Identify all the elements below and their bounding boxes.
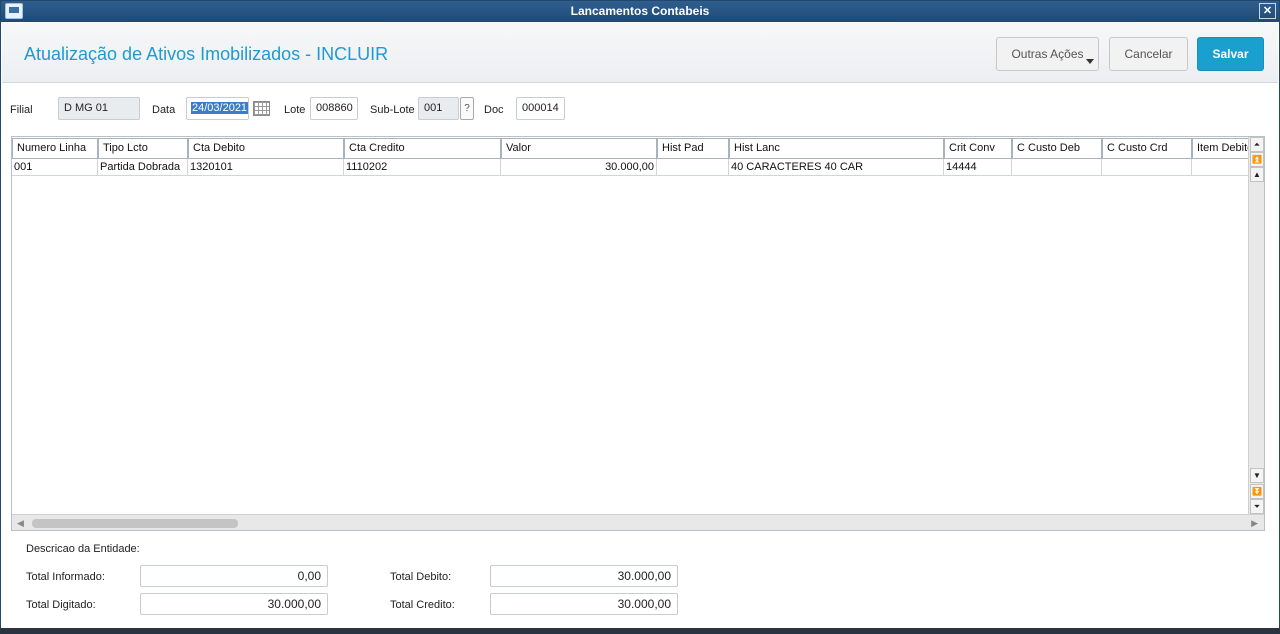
scroll-down-icon[interactable]: ▼ <box>1250 468 1264 483</box>
total-credito-label: Total Credito: <box>390 599 455 611</box>
outras-acoes-button[interactable]: Outras Ações <box>996 37 1099 71</box>
title-bar: Lancamentos Contabeis ✕ <box>1 1 1279 22</box>
help-icon[interactable]: ? <box>460 97 474 120</box>
table-cell[interactable]: 1320101 <box>188 159 344 176</box>
scroll-up-icon[interactable]: ▲ <box>1250 167 1264 182</box>
column-header[interactable]: C Custo Deb <box>1012 138 1102 159</box>
chevron-down-icon <box>1086 59 1094 64</box>
sublote-label: Sub-Lote <box>370 104 415 116</box>
table-cell[interactable]: Partida Dobrada <box>98 159 188 176</box>
column-header[interactable]: Valor <box>501 138 657 159</box>
table-cell[interactable] <box>657 159 729 176</box>
filial-label: Filial <box>10 104 33 116</box>
taskbar <box>0 628 1280 634</box>
column-header[interactable]: Hist Lanc <box>729 138 944 159</box>
scroll-right-icon[interactable]: ▶ <box>1251 518 1258 529</box>
app-icon <box>5 3 23 19</box>
total-informado-field[interactable]: 0,00 <box>140 565 328 587</box>
table-row[interactable]: 001 Partida Dobrada 1320101 1110202 30.0… <box>12 159 1250 176</box>
table-cell[interactable] <box>1192 159 1250 176</box>
column-header[interactable]: Hist Pad <box>657 138 729 159</box>
table-cell[interactable]: 14444 <box>944 159 1012 176</box>
calendar-icon[interactable] <box>253 101 270 116</box>
entries-grid: Numero Linha Tipo Lcto Cta Debito Cta Cr… <box>11 136 1265 531</box>
sublote-field[interactable]: 001 <box>418 97 459 120</box>
outras-acoes-label: Outras Ações <box>1011 47 1084 61</box>
total-digitado-field[interactable]: 30.000,00 <box>140 593 328 615</box>
page-title: Atualização de Ativos Imobilizados - INC… <box>24 44 389 64</box>
doc-label: Doc <box>484 104 504 116</box>
vertical-scrollbar[interactable]: ⏶ ⏫ ▲ ▼ ⏬ ⏷ <box>1248 137 1264 515</box>
column-header[interactable]: Cta Credito <box>344 138 501 159</box>
scroll-page-up-icon[interactable]: ⏫ <box>1250 152 1264 167</box>
scroll-bottom-icon[interactable]: ⏷ <box>1250 499 1264 514</box>
data-label: Data <box>152 104 176 116</box>
horizontal-scroll-thumb[interactable] <box>32 519 238 528</box>
table-cell[interactable]: 001 <box>12 159 98 176</box>
total-digitado-label: Total Digitado: <box>26 599 96 611</box>
cancel-button[interactable]: Cancelar <box>1109 37 1188 71</box>
column-header[interactable]: Item Debito <box>1192 138 1250 159</box>
table-cell[interactable]: 40 CARACTERES 40 CAR <box>729 159 944 176</box>
scroll-top-icon[interactable]: ⏶ <box>1250 137 1264 152</box>
column-header[interactable]: C Custo Crd <box>1102 138 1192 159</box>
scroll-left-icon[interactable]: ◀ <box>17 518 24 529</box>
total-credito-field[interactable]: 30.000,00 <box>490 593 678 615</box>
data-value: 24/03/2021 <box>191 102 249 114</box>
column-header[interactable]: Tipo Lcto <box>98 138 188 159</box>
descricao-label: Descricao da Entidade: <box>26 543 140 555</box>
table-cell[interactable]: 30.000,00 <box>501 159 657 176</box>
column-header[interactable]: Crit Conv <box>944 138 1012 159</box>
dialog-window: Lancamentos Contabeis ✕ Atualização de A… <box>0 0 1280 634</box>
filial-field[interactable]: D MG 01 <box>58 97 140 120</box>
column-header[interactable]: Cta Debito <box>188 138 344 159</box>
table-cell[interactable] <box>1102 159 1192 176</box>
data-field[interactable]: 24/03/2021 <box>186 97 249 120</box>
lote-label: Lote <box>284 104 306 116</box>
total-debito-label: Total Debito: <box>390 571 452 583</box>
total-debito-field[interactable]: 30.000,00 <box>490 565 678 587</box>
scroll-page-down-icon[interactable]: ⏬ <box>1250 484 1264 499</box>
table-cell[interactable]: 1110202 <box>344 159 501 176</box>
horizontal-scrollbar[interactable]: ◀ ▶ <box>12 514 1264 530</box>
close-button[interactable]: ✕ <box>1259 3 1276 19</box>
grid-header: Numero Linha Tipo Lcto Cta Debito Cta Cr… <box>12 137 1250 159</box>
doc-field[interactable]: 000014 <box>516 97 565 120</box>
total-informado-label: Total Informado: <box>26 571 105 583</box>
save-button[interactable]: Salvar <box>1197 37 1264 71</box>
header-bar: Atualização de Ativos Imobilizados - INC… <box>2 23 1278 83</box>
table-cell[interactable] <box>1012 159 1102 176</box>
form-fields: Filial D MG 01 Data 24/03/2021 Lote 0088… <box>1 97 1280 121</box>
column-header[interactable]: Numero Linha <box>12 138 98 159</box>
window-title: Lancamentos Contabeis <box>570 4 710 18</box>
lote-field[interactable]: 008860 <box>310 97 358 120</box>
